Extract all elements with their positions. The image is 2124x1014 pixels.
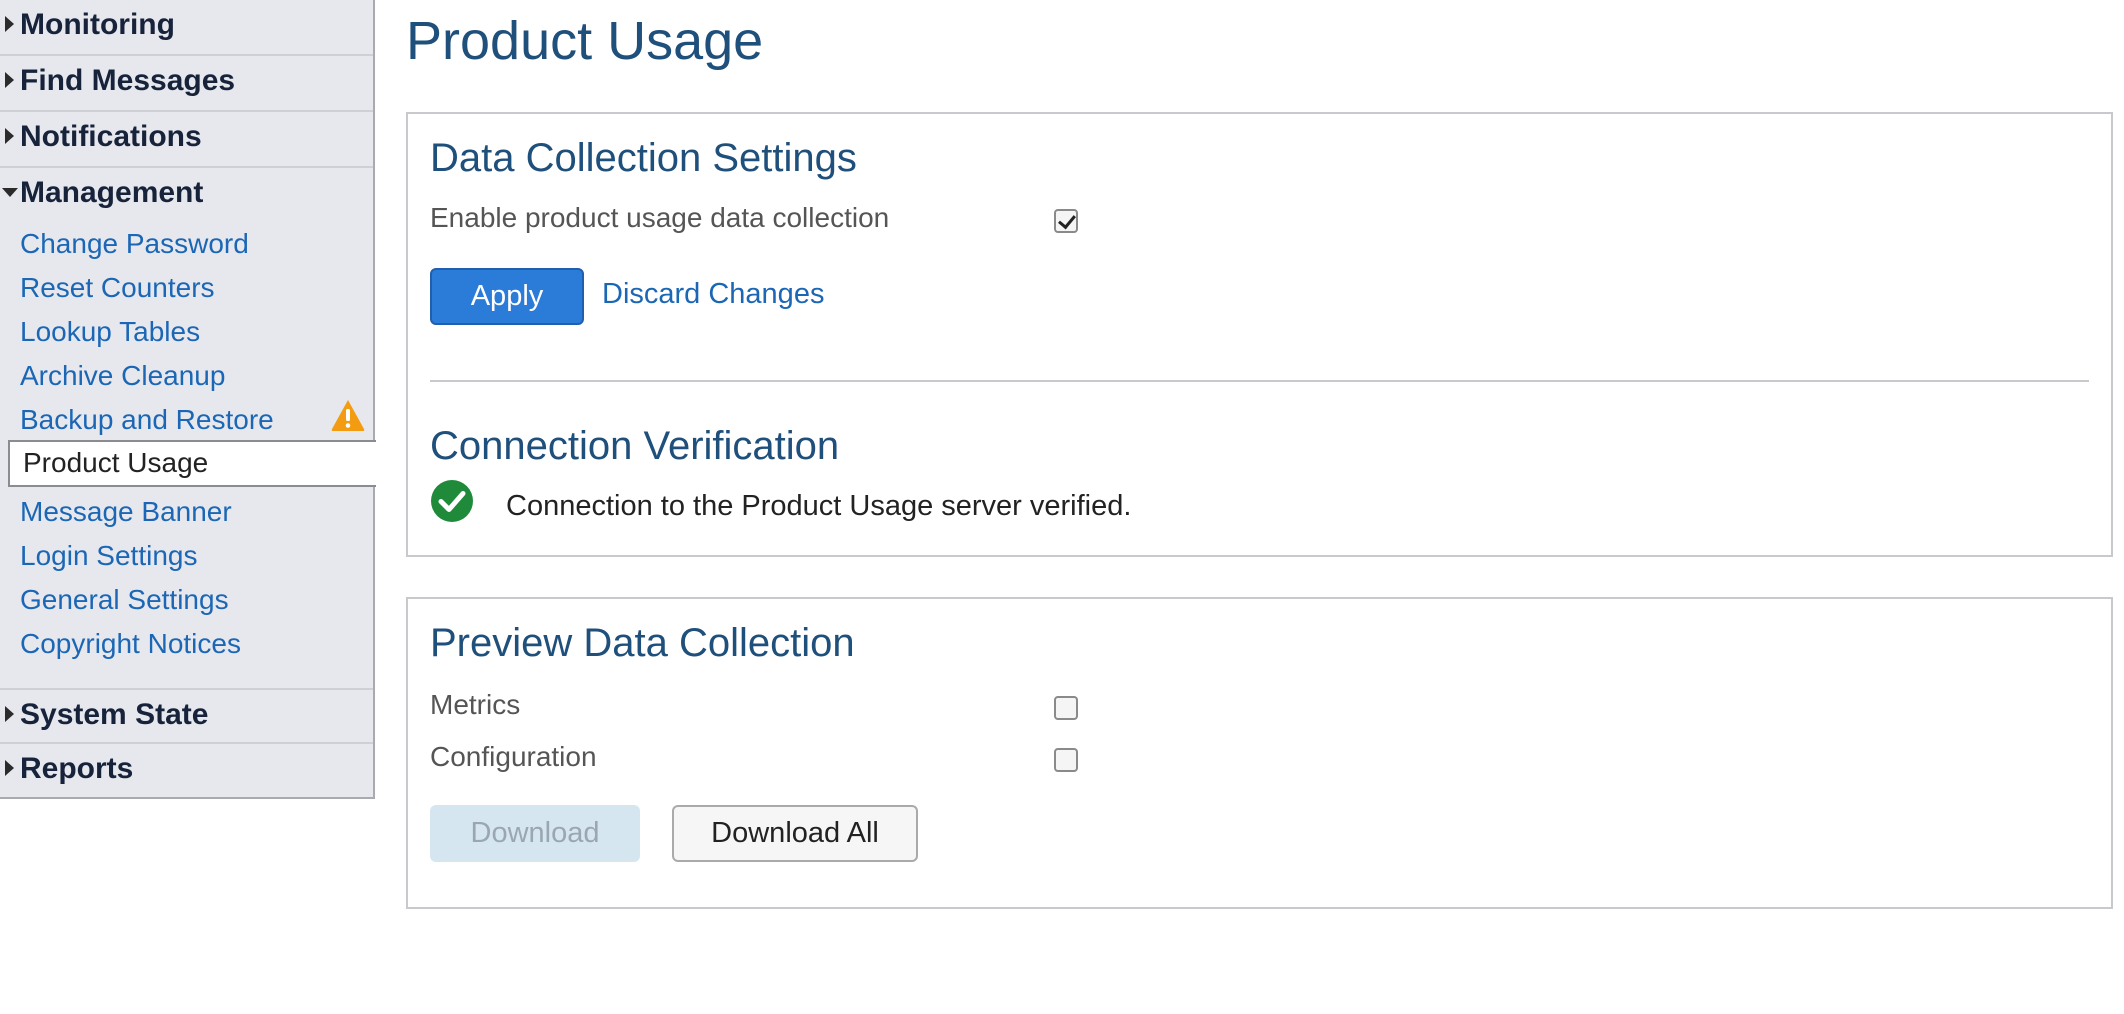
nav-section-monitoring[interactable]: Monitoring: [0, 0, 373, 56]
connection-status-text: Connection to the Product Usage server v…: [506, 490, 1132, 522]
enable-collection-checkbox[interactable]: [1054, 209, 1078, 233]
nav-section-notifications[interactable]: Notifications: [0, 112, 373, 168]
nav-section-label: Reports: [20, 752, 134, 785]
discard-changes-link[interactable]: Discard Changes: [602, 278, 824, 311]
download-button: Download: [430, 805, 640, 862]
data-collection-panel: Data Collection Settings Enable product …: [406, 112, 2113, 557]
chevron-right-icon: [5, 706, 14, 722]
sidebar-item-copyright-notices[interactable]: Copyright Notices: [20, 628, 241, 668]
sidebar-item-backup-and-restore[interactable]: Backup and Restore: [20, 404, 274, 444]
preview-data-heading: Preview Data Collection: [430, 621, 855, 665]
sidebar-item-product-usage[interactable]: Product Usage: [8, 440, 376, 487]
nav-section-find-messages[interactable]: Find Messages: [0, 56, 373, 112]
nav-section-system-state[interactable]: System State: [0, 688, 373, 744]
configuration-label: Configuration: [430, 741, 597, 772]
configuration-checkbox[interactable]: [1054, 748, 1078, 772]
sidebar-item-message-banner[interactable]: Message Banner: [20, 496, 232, 536]
nav-section-label: Find Messages: [20, 64, 236, 97]
nav-section-label: Monitoring: [20, 8, 175, 41]
sidebar-item-change-password[interactable]: Change Password: [20, 228, 249, 268]
sidebar-item-reset-counters[interactable]: Reset Counters: [20, 272, 215, 312]
sidebar-item-lookup-tables[interactable]: Lookup Tables: [20, 316, 200, 356]
data-collection-heading: Data Collection Settings: [430, 136, 857, 180]
metrics-checkbox[interactable]: [1054, 696, 1078, 720]
check-circle-icon: [431, 480, 473, 522]
chevron-down-icon: [2, 188, 18, 197]
page-title: Product Usage: [406, 11, 764, 71]
chevron-right-icon: [5, 16, 14, 32]
nav-section-label: System State: [20, 698, 209, 731]
nav-section-reports[interactable]: Reports: [0, 744, 373, 797]
metrics-label: Metrics: [430, 689, 521, 720]
enable-collection-label: Enable product usage data collection: [430, 202, 890, 233]
sidebar-item-label: Product Usage: [23, 447, 209, 478]
nav-section-label: Notifications: [20, 120, 202, 153]
sidebar-item-login-settings[interactable]: Login Settings: [20, 540, 197, 580]
preview-data-panel: Preview Data Collection Metrics Configur…: [406, 597, 2113, 909]
section-divider: [430, 380, 2089, 382]
nav-section-label: Management: [20, 176, 204, 209]
sidebar-item-general-settings[interactable]: General Settings: [20, 584, 229, 624]
sidebar-item-archive-cleanup[interactable]: Archive Cleanup: [20, 360, 225, 400]
warning-icon: [331, 400, 365, 431]
connection-verification-heading: Connection Verification: [430, 424, 840, 468]
nav-section-management[interactable]: Management: [0, 168, 373, 222]
apply-button[interactable]: Apply: [430, 268, 584, 325]
chevron-right-icon: [5, 72, 14, 88]
chevron-right-icon: [5, 760, 14, 776]
sidebar-nav: Monitoring Find Messages Notifications M…: [0, 0, 376, 799]
download-all-button[interactable]: Download All: [672, 805, 918, 862]
chevron-right-icon: [5, 128, 14, 144]
